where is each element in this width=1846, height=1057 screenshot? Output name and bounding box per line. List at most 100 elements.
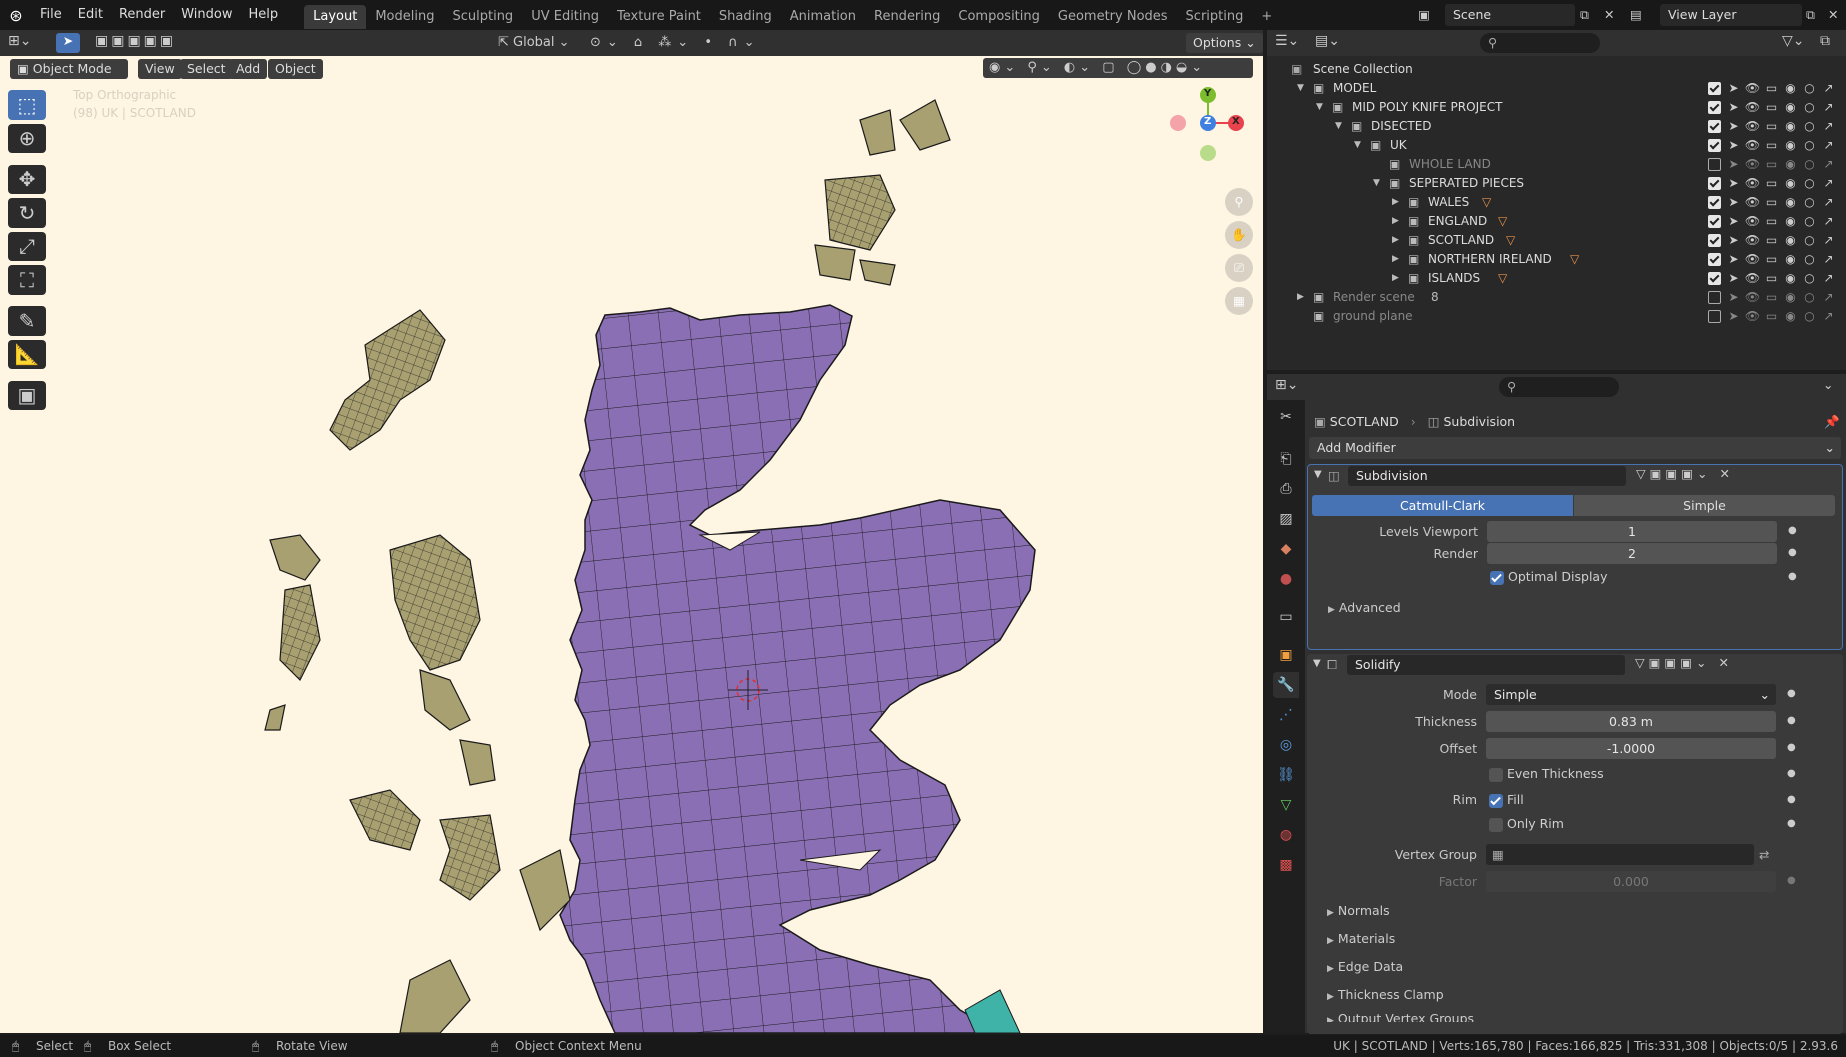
outliner-search-input[interactable]: ⚲ [1480,33,1600,53]
select-toggle-icon[interactable]: ➤ [1724,193,1743,212]
indirect-only-icon[interactable]: ↗ [1819,193,1838,212]
view-layer-field[interactable]: View Layer [1660,4,1802,26]
catmull-clark-tab[interactable]: Catmull-Clark [1312,495,1573,516]
optimal-display-checkbox[interactable]: Optimal Display [1490,569,1608,585]
viewport-toggle-icon[interactable]: ▭ [1762,98,1781,117]
render-levels-field[interactable]: 2 [1487,543,1777,564]
select-toggle-icon[interactable]: ➤ [1724,136,1743,155]
workspace-tab-scripting[interactable]: Scripting [1177,5,1253,29]
cursor-tool-icon[interactable]: ⊕ [8,123,46,154]
delete-view-layer-icon[interactable]: ✕ [1828,4,1842,26]
outliner-editor-type-icon[interactable]: ☰⌄ [1275,33,1299,49]
collapse-icon[interactable]: ▼ [1335,117,1342,136]
add-modifier-dropdown[interactable]: Add Modifier ⌄ [1309,437,1841,459]
select-toggle-icon[interactable]: ➤ [1724,212,1743,231]
output-tab-icon[interactable]: ⎙ [1273,476,1299,502]
normals-subpanel[interactable]: ▶ Normals [1327,898,1474,926]
expand-icon[interactable]: ▶ [1392,269,1399,288]
outliner-row-scotland[interactable]: ▶ ▣ SCOTLAND ▽ ➤ 👁 ▭ ◉ ○ ↗ [1267,231,1846,250]
pin-icon[interactable]: 📌 [1824,414,1840,430]
mesh-data-icon[interactable]: ▽ [1498,269,1507,288]
render-camera-icon[interactable]: ◉ [1781,269,1800,288]
scene-selector-icon[interactable]: ▣ [1413,4,1435,26]
menu-help[interactable]: Help [241,0,287,30]
holdout-icon[interactable]: ○ [1800,212,1819,231]
texture-tab-icon[interactable]: ▩ [1273,852,1299,878]
scene-collection-row[interactable]: ▣ Scene Collection [1267,60,1846,79]
render-camera-icon[interactable]: ◉ [1781,288,1800,307]
navigation-gizmo[interactable]: Y X Z [1160,85,1250,165]
delete-scene-icon[interactable]: ✕ [1604,4,1618,26]
expand-icon[interactable]: ▶ [1297,288,1304,307]
only-rim-checkbox[interactable]: Only Rim [1489,816,1564,832]
indirect-only-icon[interactable]: ↗ [1819,307,1838,326]
advanced-subpanel[interactable]: ▶ Advanced [1328,600,1401,615]
vertex-group-field[interactable]: ▦ [1486,844,1754,865]
holdout-icon[interactable]: ○ [1800,269,1819,288]
properties-search-input[interactable]: ⚲ [1499,377,1619,397]
thickness-field[interactable]: 0.83 m [1486,711,1776,732]
view-layer-tab-icon[interactable]: ▨ [1273,506,1299,532]
viewport-toggle-icon[interactable]: ▭ [1762,117,1781,136]
tool-tab-icon[interactable]: ✂ [1273,404,1299,430]
exclude-checkbox[interactable] [1708,101,1721,114]
mode-dropdown[interactable]: ▣ Object Mode ⌄ [10,59,128,96]
simple-tab[interactable]: Simple [1574,495,1835,516]
3d-viewport[interactable]: Top Orthographic (98) UK | SCOTLAND Y X … [0,80,1263,1033]
move-tool-icon[interactable]: ✥ [8,164,46,195]
render-camera-icon[interactable]: ◉ [1781,136,1800,155]
transform-orientation-dropdown[interactable]: ⇱ Global ⌄ [498,33,570,53]
keyframe-dot[interactable]: ● [1788,547,1797,558]
indirect-only-icon[interactable]: ↗ [1819,98,1838,117]
visibility-eye-icon[interactable]: 👁 [1743,193,1762,212]
exclude-checkbox[interactable] [1708,158,1721,171]
workspace-tab-rendering[interactable]: Rendering [865,5,949,29]
visibility-eye-icon[interactable]: 👁 [1743,307,1762,326]
select-toggle-icon[interactable]: ➤ [1724,79,1743,98]
data-tab-icon[interactable]: ▽ [1273,792,1299,818]
scale-tool-icon[interactable]: ⤢ [8,231,46,262]
visibility-eye-icon[interactable]: 👁 [1743,288,1762,307]
menu-render[interactable]: Render [111,0,173,30]
indirect-only-icon[interactable]: ↗ [1819,117,1838,136]
particles-tab-icon[interactable]: ⋰ [1273,702,1299,728]
workspace-tab-uv-editing[interactable]: UV Editing [522,5,608,29]
select-toggle-icon[interactable]: ➤ [1724,269,1743,288]
invert-vertex-group-icon[interactable]: ⇄ [1759,844,1769,865]
edge-data-subpanel[interactable]: ▶ Edge Data [1327,954,1474,982]
collapse-icon[interactable]: ▼ [1297,79,1304,98]
select-toggle-icon[interactable]: ➤ [1724,98,1743,117]
factor-field[interactable]: 0.000 [1486,871,1776,892]
solidify-toggle-icons[interactable]: ▽▣▣▣⌄ ✕ [1635,655,1733,670]
holdout-icon[interactable]: ○ [1800,79,1819,98]
scene-name-field[interactable]: Scene [1445,4,1575,26]
expand-icon[interactable]: ▶ [1392,212,1399,231]
outliner-row-seperated-pieces[interactable]: ▼ ▣ SEPERATED PIECES ➤ 👁 ▭ ◉ ○ ↗ [1267,174,1846,193]
select-toggle-icon[interactable]: ➤ [1724,155,1743,174]
offset-field[interactable]: -1.0000 [1486,738,1776,759]
visibility-eye-icon[interactable]: 👁 [1743,136,1762,155]
object-tab-icon[interactable]: ▣ [1273,642,1299,668]
visibility-eye-icon[interactable]: 👁 [1743,79,1762,98]
fill-checkbox[interactable]: Fill [1489,792,1524,808]
indirect-only-icon[interactable]: ↗ [1819,212,1838,231]
exclude-checkbox[interactable] [1708,310,1721,323]
solidify-collapse-icon[interactable]: ▼ [1313,658,1321,669]
keyframe-dot[interactable]: ● [1787,818,1796,829]
subdivision-name-field[interactable]: Subdivision [1348,466,1626,486]
select-toggle-icon[interactable]: ➤ [1724,307,1743,326]
select-toggle-icon[interactable]: ➤ [1724,250,1743,269]
workspace-tab-layout[interactable]: Layout [304,5,367,29]
select-toggle-icon[interactable]: ➤ [1724,231,1743,250]
indirect-only-icon[interactable]: ↗ [1819,269,1838,288]
view-layer-icon[interactable]: ▤ [1630,4,1660,26]
outliner-row-ground-plane[interactable]: ▣ ground plane ➤ 👁 ▭ ◉ ○ ↗ [1267,307,1846,326]
exclude-checkbox[interactable] [1708,177,1721,190]
visibility-eye-icon[interactable]: 👁 [1743,117,1762,136]
menu-file[interactable]: File [32,0,70,30]
modifier-tab-icon[interactable]: 🔧 [1273,672,1299,698]
mesh-data-icon[interactable]: ▽ [1498,212,1507,231]
solidify-mode-dropdown[interactable]: Simple ⌄ [1486,684,1776,705]
render-camera-icon[interactable]: ◉ [1781,193,1800,212]
outliner-row-disected[interactable]: ▼ ▣ DISECTED ➤ 👁 ▭ ◉ ○ ↗ [1267,117,1846,136]
